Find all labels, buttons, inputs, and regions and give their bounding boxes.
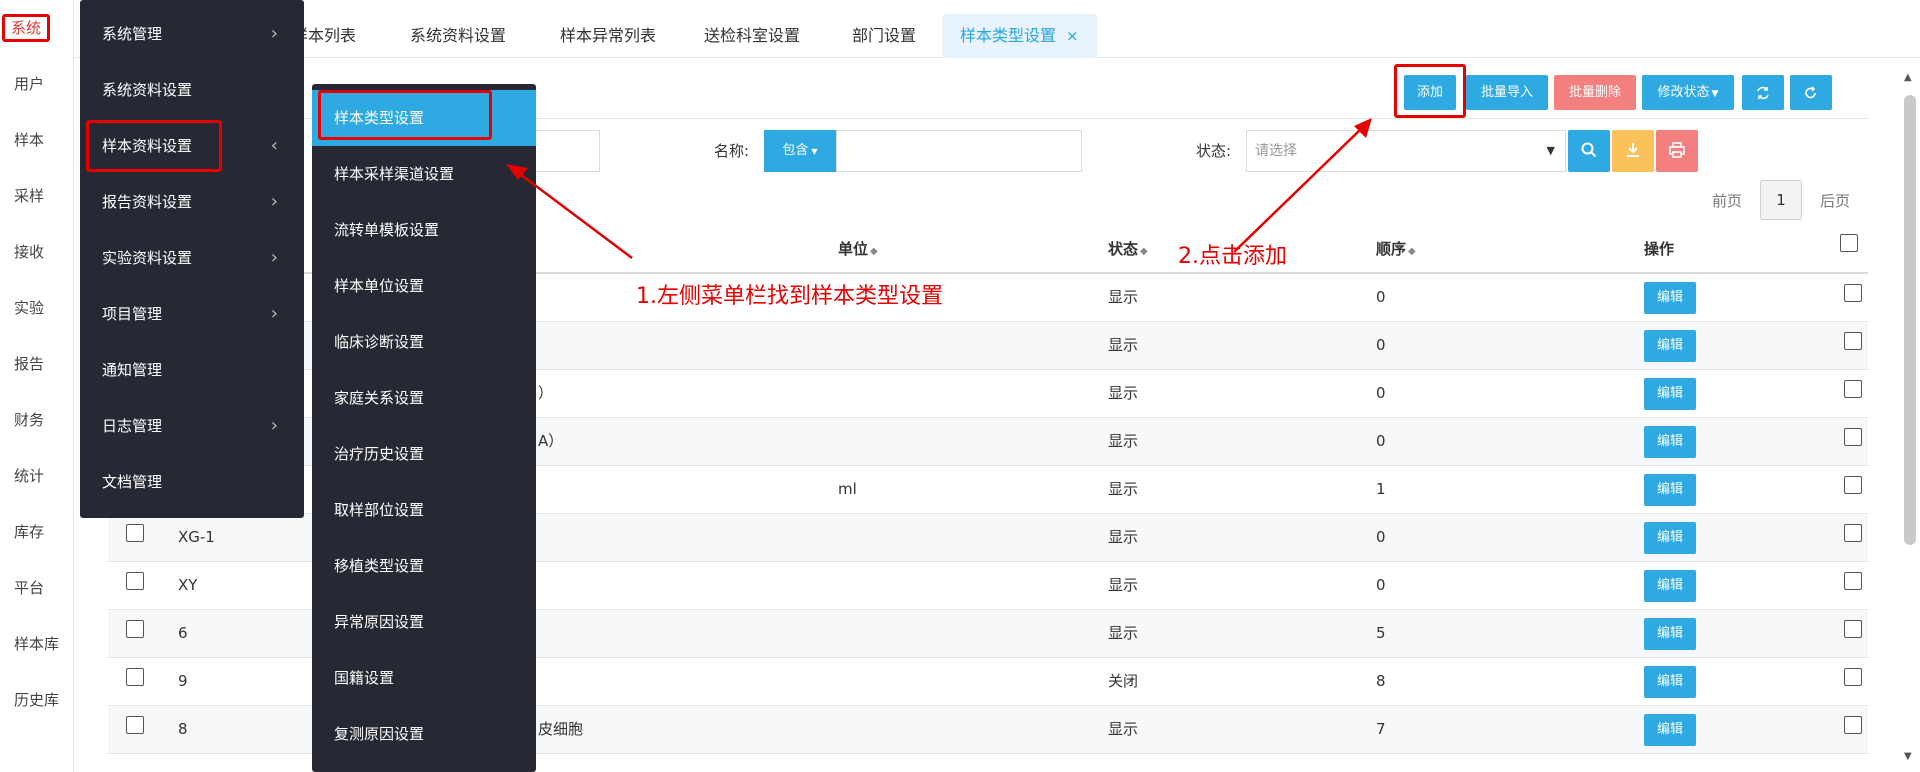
annotation-step1: 1.左侧菜单栏找到样本类型设置 bbox=[636, 284, 943, 309]
annotation-arrows bbox=[506, 118, 1372, 259]
app-root: 系统 用户 样本 采样 接收 实验 报告 财务 统计 库存 平台 样本库 历史库… bbox=[0, 0, 1920, 772]
annotation-step2: 2.点击添加 bbox=[1178, 244, 1287, 269]
